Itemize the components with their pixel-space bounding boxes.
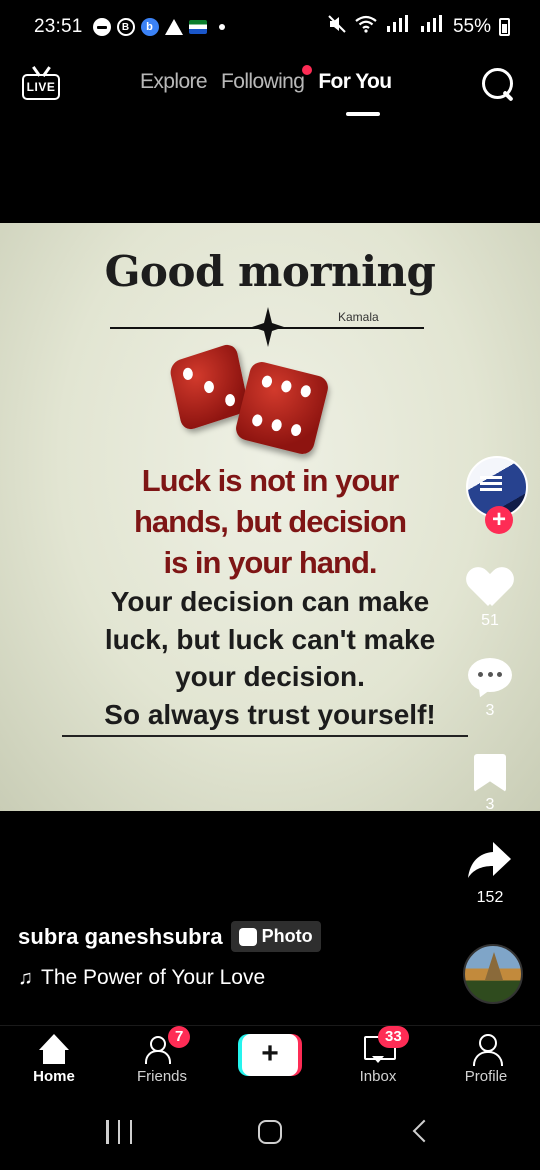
nav-profile-label: Profile xyxy=(464,1068,508,1085)
live-label: LIVE xyxy=(22,74,60,100)
friends-icon: 7 xyxy=(144,1026,191,1064)
music-disc[interactable] xyxy=(463,944,523,1004)
nav-profile[interactable]: Profile xyxy=(436,1034,536,1085)
notification-icons: B b xyxy=(92,18,225,36)
feed-tabs: Explore Following For You xyxy=(140,65,392,94)
home-button-icon[interactable] xyxy=(258,1120,282,1144)
four-point-star-icon xyxy=(252,307,284,347)
b-blue-icon: b xyxy=(140,18,159,36)
post-image[interactable]: Good morning Kamala Luck is not in your … xyxy=(0,223,540,811)
signal-icon xyxy=(385,15,411,39)
music-title: The Power of Your Love xyxy=(41,966,266,989)
image-title: Good morning xyxy=(104,247,436,296)
signal-icon xyxy=(419,15,445,39)
dice-illustration xyxy=(168,341,334,458)
nav-friends[interactable]: 7 Friends xyxy=(112,1026,212,1085)
profile-icon xyxy=(468,1034,504,1066)
home-icon xyxy=(36,1034,72,1064)
do-not-disturb-icon xyxy=(92,18,111,36)
photo-icon xyxy=(238,927,257,946)
quote-line: Luck is not in your xyxy=(141,463,400,498)
quote-underline xyxy=(62,735,468,737)
battery-percentage: 55% xyxy=(452,16,491,37)
status-time: 23:51 xyxy=(34,16,83,37)
battery-icon xyxy=(499,18,510,36)
quote-highlight: Luck is not in your hands, but decision … xyxy=(0,460,540,583)
nav-friends-label: Friends xyxy=(136,1068,188,1085)
status-right: 55% xyxy=(327,0,510,54)
active-tab-indicator xyxy=(346,112,380,116)
wifi-icon xyxy=(355,15,377,39)
tab-for-you[interactable]: For You xyxy=(318,70,392,94)
comment-button[interactable]: 3 xyxy=(440,658,540,720)
status-bar: 23:51 B b 55% xyxy=(0,0,540,54)
tab-explore[interactable]: Explore xyxy=(140,70,208,94)
inbox-badge: 33 xyxy=(378,1026,409,1048)
friends-badge: 7 xyxy=(168,1026,191,1048)
save-count: 3 xyxy=(485,796,495,813)
nav-inbox-label: Inbox xyxy=(359,1068,397,1085)
tab-following-label: Following xyxy=(221,70,305,93)
live-button[interactable]: LIVE xyxy=(22,66,62,102)
photo-badge-label: Photo xyxy=(261,926,313,946)
back-icon[interactable] xyxy=(412,1119,436,1143)
author-name[interactable]: subra ganeshsubra xyxy=(18,924,223,950)
search-icon[interactable] xyxy=(482,68,516,102)
heart-icon xyxy=(468,568,512,608)
save-button[interactable]: 3 xyxy=(440,754,540,814)
music-row[interactable]: ♫ The Power of Your Love xyxy=(18,966,265,990)
create-button[interactable]: + xyxy=(238,1034,302,1076)
like-count: 51 xyxy=(481,612,499,629)
like-button[interactable]: 51 xyxy=(440,568,540,630)
tab-following[interactable]: Following xyxy=(221,65,313,94)
author-row: subra ganeshsubra Photo xyxy=(18,921,321,952)
system-nav-bar xyxy=(0,1100,540,1170)
share-arrow-icon xyxy=(468,842,511,878)
nav-home[interactable]: Home xyxy=(4,1034,104,1085)
nav-inbox[interactable]: 33 Inbox xyxy=(328,1026,428,1085)
warning-icon xyxy=(164,19,183,35)
more-notifications-icon xyxy=(218,24,225,30)
bookmark-icon xyxy=(474,754,506,792)
image-signature: Kamala xyxy=(338,310,379,324)
recents-icon[interactable] xyxy=(106,1120,132,1144)
nav-home-label: Home xyxy=(33,1068,75,1085)
new-content-dot xyxy=(302,65,313,75)
plus-icon: + xyxy=(242,1034,298,1076)
photo-badge: Photo xyxy=(230,921,321,952)
comment-count: 3 xyxy=(485,702,495,719)
bottom-nav: Home 7 Friends + 33 Inbox Profile xyxy=(0,1025,540,1097)
flag-icon xyxy=(188,20,207,34)
top-nav: LIVE Explore Following For You xyxy=(0,58,540,118)
comment-icon xyxy=(468,658,512,701)
inbox-icon: 33 xyxy=(360,1026,409,1064)
share-button[interactable]: 152 xyxy=(440,840,540,907)
die-right xyxy=(233,359,331,457)
quote-line: hands, but decision xyxy=(133,504,407,539)
follow-button[interactable]: + xyxy=(485,506,513,534)
mute-icon xyxy=(327,14,347,40)
share-count: 152 xyxy=(476,889,504,906)
b-icon: B xyxy=(116,18,135,36)
music-note-icon: ♫ xyxy=(18,966,33,989)
